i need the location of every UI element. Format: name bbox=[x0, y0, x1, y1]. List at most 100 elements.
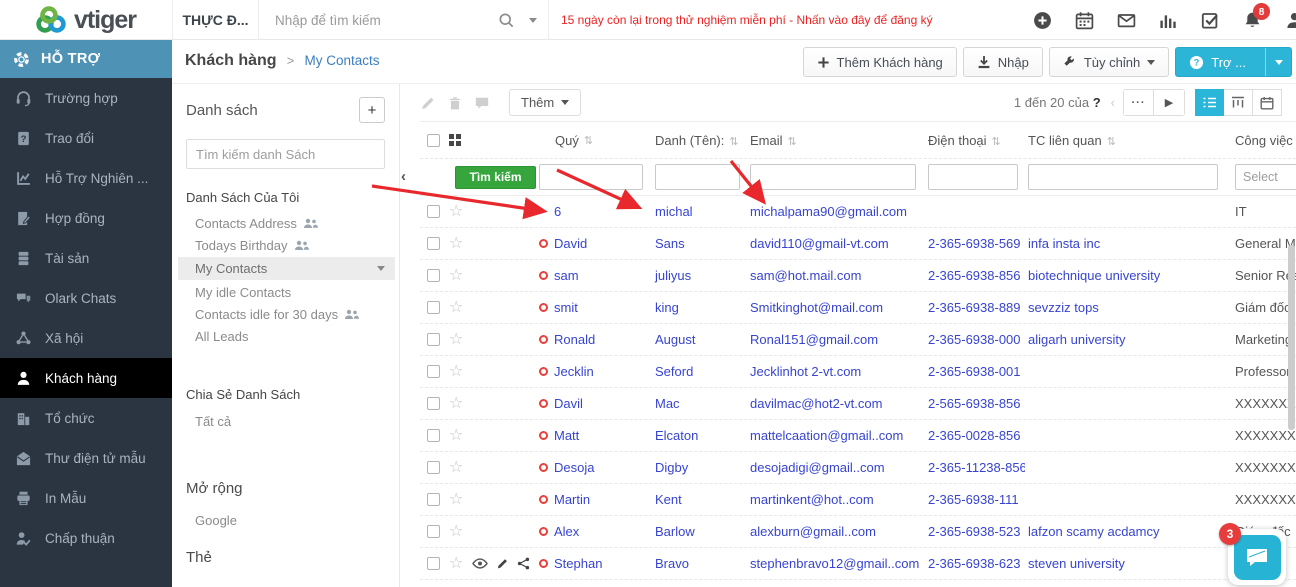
star-icon[interactable]: ☆ bbox=[449, 268, 463, 284]
contact-firstname-link[interactable]: 6 bbox=[554, 204, 561, 219]
row-checkbox[interactable] bbox=[427, 333, 440, 346]
contact-email-link[interactable]: martinkent@hot..com bbox=[750, 492, 874, 507]
notifications-bell-icon[interactable]: 8 bbox=[1242, 10, 1262, 30]
star-icon[interactable]: ☆ bbox=[449, 556, 463, 572]
contact-lastname-link[interactable]: August bbox=[655, 332, 695, 347]
row-checkbox[interactable] bbox=[427, 269, 440, 282]
contact-lastname-link[interactable]: michal bbox=[655, 204, 693, 219]
contact-firstname-link[interactable]: Stephan bbox=[554, 556, 602, 571]
customize-button[interactable]: Tùy chỉnh bbox=[1049, 47, 1169, 77]
list-item-all[interactable]: Tất cả bbox=[186, 410, 385, 432]
sidebar-header-support[interactable]: HỖ TRỢ bbox=[0, 40, 172, 78]
filter-email-input[interactable] bbox=[750, 164, 916, 190]
contact-lastname-link[interactable]: Bravo bbox=[655, 556, 689, 571]
sidebar-item-organizations[interactable]: Tổ chức bbox=[0, 398, 172, 438]
table-row[interactable]: ☆ Alex Barlow alexburn@gmail..com 2-365-… bbox=[420, 516, 1296, 548]
star-icon[interactable]: ☆ bbox=[449, 396, 463, 412]
calendar-icon[interactable] bbox=[1074, 10, 1094, 30]
sidebar-item-contacts[interactable]: Khách hàng bbox=[0, 358, 172, 398]
filter-quy-input[interactable] bbox=[539, 164, 643, 190]
add-contact-button[interactable]: Thêm Khách hàng bbox=[803, 47, 957, 77]
table-row[interactable]: ☆ David Sans david110@gmail-vt.com 2-365… bbox=[420, 228, 1296, 260]
chat-launcher-button[interactable] bbox=[1234, 535, 1281, 580]
filter-ten-input[interactable] bbox=[655, 164, 740, 190]
user-avatar-icon[interactable] bbox=[1284, 10, 1296, 30]
star-icon[interactable]: ☆ bbox=[449, 332, 463, 348]
table-row[interactable]: ☆ Ronald August Ronal151@gmail.com 2-365… bbox=[420, 324, 1296, 356]
sort-icon[interactable]: ⇅ bbox=[1107, 136, 1116, 148]
import-button[interactable]: Nhập bbox=[963, 47, 1043, 77]
star-icon[interactable]: ☆ bbox=[449, 428, 463, 444]
page-jump-button[interactable]: ··· bbox=[1123, 89, 1154, 116]
vertical-scrollbar[interactable] bbox=[1288, 245, 1295, 430]
prev-page-chevron[interactable]: ‹ bbox=[1111, 95, 1115, 110]
contact-firstname-link[interactable]: Davil bbox=[554, 396, 583, 411]
select-all-checkbox[interactable] bbox=[427, 134, 440, 147]
sidebar-item-approvals[interactable]: Chấp thuận bbox=[0, 518, 172, 558]
table-row[interactable]: ☆ Haley Su haley2013@gmail..com 1-423-65… bbox=[420, 580, 1296, 587]
star-icon[interactable]: ☆ bbox=[449, 204, 463, 220]
sidebar-item-print-templates[interactable]: In Mẫu bbox=[0, 478, 172, 518]
sort-icon[interactable]: ⇅ bbox=[729, 136, 738, 148]
contact-firstname-link[interactable]: Jecklin bbox=[554, 364, 594, 379]
global-search-input[interactable] bbox=[275, 13, 495, 28]
contact-email-link[interactable]: mattelcaation@gmail..com bbox=[750, 428, 903, 443]
contact-firstname-link[interactable]: smit bbox=[554, 300, 578, 315]
table-search-button[interactable]: Tìm kiếm bbox=[455, 166, 536, 189]
quick-create-icon[interactable] bbox=[1032, 10, 1052, 30]
table-row[interactable]: ☆ Davil Mac davilmac@hot2-vt.com 2-565-6… bbox=[420, 388, 1296, 420]
contact-phone-link[interactable]: 2-365-11238-856 bbox=[928, 460, 1025, 475]
table-row[interactable]: ☆ smit king Smitkinghot@mail.com 2-365-6… bbox=[420, 292, 1296, 324]
row-checkbox[interactable] bbox=[427, 301, 440, 314]
contact-email-link[interactable]: sam@hot.mail.com bbox=[750, 268, 861, 283]
vtiger-logo[interactable]: vtiger bbox=[0, 0, 172, 40]
contact-lastname-link[interactable]: Digby bbox=[655, 460, 688, 475]
table-row[interactable]: ☆ Desoja Digby desojadigi@gmail..com 2-3… bbox=[420, 452, 1296, 484]
share-icon[interactable] bbox=[517, 557, 530, 570]
search-icon[interactable] bbox=[498, 12, 515, 29]
row-checkbox[interactable] bbox=[427, 397, 440, 410]
contact-lastname-link[interactable]: Seford bbox=[655, 364, 693, 379]
search-scope-caret-icon[interactable] bbox=[529, 18, 537, 23]
grid-columns-icon[interactable] bbox=[449, 134, 461, 146]
edit-pencil-icon[interactable] bbox=[496, 557, 509, 570]
contact-phone-link[interactable]: 2-365-6938-001 bbox=[928, 364, 1021, 379]
row-checkbox[interactable] bbox=[427, 525, 440, 538]
reports-icon[interactable] bbox=[1158, 10, 1178, 30]
sidebar-item-email-templates[interactable]: Thư điện tử mẫu bbox=[0, 438, 172, 478]
email-icon[interactable] bbox=[1116, 10, 1136, 30]
sort-icon[interactable]: ⇅ bbox=[584, 134, 593, 147]
contact-firstname-link[interactable]: Matt bbox=[554, 428, 579, 443]
star-icon[interactable]: ☆ bbox=[449, 460, 463, 476]
related-org-link[interactable]: infa insta inc bbox=[1028, 236, 1100, 251]
contact-lastname-link[interactable]: Mac bbox=[655, 396, 680, 411]
filter-related-org-input[interactable] bbox=[1028, 164, 1218, 190]
sidebar-item-faq[interactable]: ? Trao đổi bbox=[0, 118, 172, 158]
contact-phone-link[interactable]: 2-365-6938-569 bbox=[928, 236, 1021, 251]
row-checkbox[interactable] bbox=[427, 461, 440, 474]
chat-unread-badge[interactable]: 3 bbox=[1219, 523, 1241, 545]
row-checkbox[interactable] bbox=[427, 205, 440, 218]
contact-firstname-link[interactable]: Martin bbox=[554, 492, 590, 507]
comment-icon[interactable] bbox=[474, 95, 490, 111]
star-icon[interactable]: ☆ bbox=[449, 300, 463, 316]
sidebar-item-contracts[interactable]: Hợp đồng bbox=[0, 198, 172, 238]
sort-icon[interactable]: ⇅ bbox=[788, 136, 797, 148]
help-caret[interactable] bbox=[1265, 48, 1291, 76]
table-row[interactable]: ☆ 6 michal michalpama90@gmail.com IT bbox=[420, 196, 1296, 228]
contact-lastname-link[interactable]: Barlow bbox=[655, 524, 695, 539]
contact-lastname-link[interactable]: Kent bbox=[655, 492, 682, 507]
column-header-phone[interactable]: Điện thoại⇅ bbox=[925, 133, 1025, 148]
notification-count-badge[interactable]: 8 bbox=[1253, 3, 1270, 20]
add-list-button[interactable]: + bbox=[359, 97, 385, 123]
contact-phone-link[interactable]: 2-365-6938-889 bbox=[928, 300, 1021, 315]
chevron-down-icon[interactable] bbox=[377, 266, 385, 271]
collapse-panel-chevron[interactable]: ‹ bbox=[401, 168, 406, 185]
contact-email-link[interactable]: desojadigi@gmail..com bbox=[750, 460, 885, 475]
tasks-icon[interactable] bbox=[1200, 10, 1220, 30]
list-item-google[interactable]: Google bbox=[186, 509, 385, 531]
contact-email-link[interactable]: davilmac@hot2-vt.com bbox=[750, 396, 882, 411]
row-checkbox[interactable] bbox=[427, 493, 440, 506]
related-org-link[interactable]: biotechnique university bbox=[1028, 268, 1160, 283]
contact-firstname-link[interactable]: Desoja bbox=[554, 460, 594, 475]
